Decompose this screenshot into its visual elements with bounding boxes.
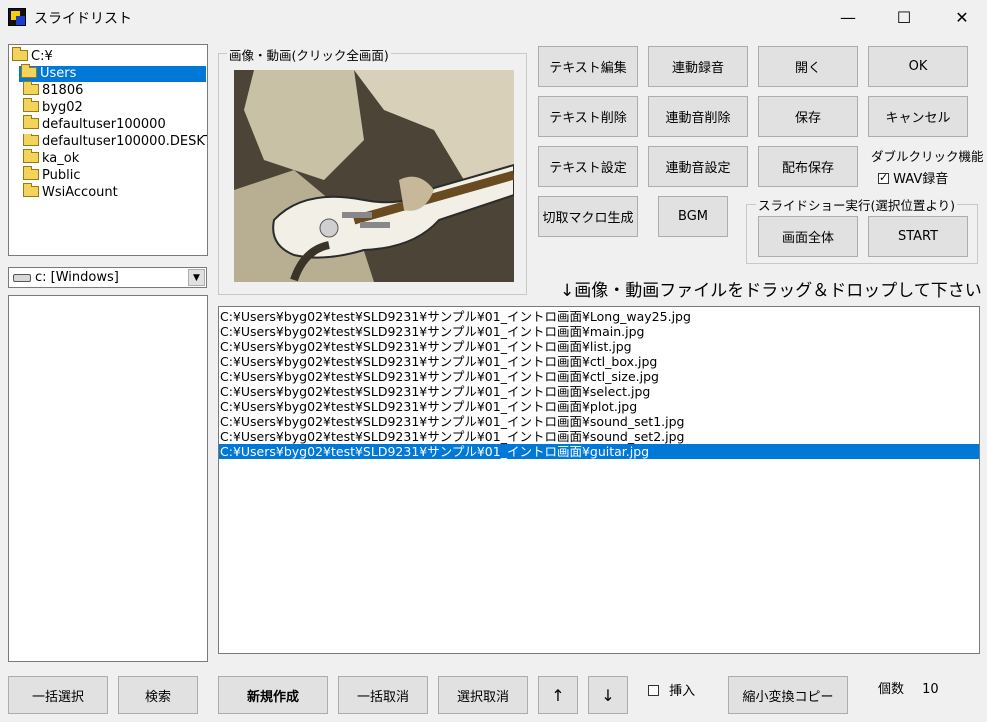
move-down-button[interactable]: ↓ bbox=[588, 676, 628, 714]
tree-item[interactable]: Public bbox=[23, 166, 80, 184]
wav-record-checkbox[interactable] bbox=[878, 171, 889, 184]
close-button[interactable]: ✕ bbox=[939, 0, 985, 34]
chevron-down-icon[interactable]: ▼ bbox=[188, 269, 205, 286]
text-edit-button[interactable]: テキスト編集 bbox=[538, 46, 638, 87]
folder-icon bbox=[23, 149, 39, 163]
tree-item[interactable]: defaultuser100000 bbox=[23, 115, 166, 133]
list-item[interactable]: C:¥Users¥byg02¥test¥SLD9231¥サンプル¥01_イントロ… bbox=[219, 399, 979, 414]
tree-item[interactable]: ka_ok bbox=[23, 149, 79, 167]
slide-list[interactable]: C:¥Users¥byg02¥test¥SLD9231¥サンプル¥01_イントロ… bbox=[218, 306, 980, 654]
preview-image[interactable] bbox=[234, 70, 514, 282]
count-display: 個数 10 bbox=[878, 678, 939, 697]
drop-hint: ↓画像・動画ファイルをドラッグ＆ドロップして下さい bbox=[560, 281, 982, 301]
linked-sound-settings-button[interactable]: 連動音設定 bbox=[648, 146, 748, 187]
folder-icon bbox=[23, 115, 39, 129]
folder-icon bbox=[23, 98, 39, 112]
count-value: 10 bbox=[922, 682, 939, 697]
linked-sound-delete-button[interactable]: 連動音削除 bbox=[648, 96, 748, 137]
list-item[interactable]: C:¥Users¥byg02¥test¥SLD9231¥サンプル¥01_イントロ… bbox=[219, 444, 979, 459]
slideshow-label: スライドショー実行(選択位置より) bbox=[756, 195, 958, 214]
list-item[interactable]: C:¥Users¥byg02¥test¥SLD9231¥サンプル¥01_イントロ… bbox=[219, 369, 979, 384]
folder-open-icon bbox=[12, 47, 28, 61]
move-up-button[interactable]: ↑ bbox=[538, 676, 578, 714]
shrink-copy-button[interactable]: 縮小変換コピー bbox=[728, 676, 848, 714]
list-item[interactable]: C:¥Users¥byg02¥test¥SLD9231¥サンプル¥01_イントロ… bbox=[219, 309, 979, 324]
insert-checkbox[interactable] bbox=[648, 685, 659, 696]
start-button[interactable]: START bbox=[868, 216, 968, 257]
list-item[interactable]: C:¥Users¥byg02¥test¥SLD9231¥サンプル¥01_イントロ… bbox=[219, 324, 979, 339]
text-settings-button[interactable]: テキスト設定 bbox=[538, 146, 638, 187]
preview-label: 画像・動画(クリック全画面) bbox=[227, 45, 391, 64]
wav-record-option[interactable]: WAV録音 bbox=[878, 168, 948, 187]
tree-item[interactable]: WsiAccount bbox=[23, 183, 118, 201]
ok-button[interactable]: OK bbox=[868, 46, 968, 87]
linked-record-button[interactable]: 連動録音 bbox=[648, 46, 748, 87]
cancel-selection-button[interactable]: 選択取消 bbox=[438, 676, 528, 714]
save-button[interactable]: 保存 bbox=[758, 96, 858, 137]
text-delete-button[interactable]: テキスト削除 bbox=[538, 96, 638, 137]
tree-item[interactable]: defaultuser100000.DESKT bbox=[23, 134, 207, 150]
list-item[interactable]: C:¥Users¥byg02¥test¥SLD9231¥サンプル¥01_イントロ… bbox=[219, 339, 979, 354]
distribute-save-button[interactable]: 配布保存 bbox=[758, 146, 858, 187]
cancel-button[interactable]: キャンセル bbox=[868, 96, 968, 137]
new-button[interactable]: 新規作成 bbox=[218, 676, 328, 714]
folder-icon bbox=[23, 183, 39, 197]
maximize-button[interactable]: ☐ bbox=[881, 0, 927, 34]
wav-record-label: WAV録音 bbox=[893, 172, 949, 187]
drive-icon bbox=[13, 274, 31, 282]
count-label: 個数 bbox=[878, 682, 905, 697]
select-all-button[interactable]: 一括選択 bbox=[8, 676, 108, 714]
app-icon bbox=[8, 8, 26, 26]
list-item[interactable]: C:¥Users¥byg02¥test¥SLD9231¥サンプル¥01_イントロ… bbox=[219, 429, 979, 444]
crop-macro-button[interactable]: 切取マクロ生成 bbox=[538, 196, 638, 237]
folder-icon bbox=[23, 166, 39, 180]
folder-tree[interactable]: C:¥ Users 81806 byg02 defaultuser100000 … bbox=[8, 44, 208, 256]
list-item[interactable]: C:¥Users¥byg02¥test¥SLD9231¥サンプル¥01_イントロ… bbox=[219, 414, 979, 429]
minimize-button[interactable]: — bbox=[825, 0, 871, 34]
insert-option[interactable]: 挿入 bbox=[648, 680, 695, 699]
drive-select-value: c: [Windows] bbox=[35, 270, 119, 285]
open-button[interactable]: 開く bbox=[758, 46, 858, 87]
tree-item[interactable]: 81806 bbox=[23, 81, 83, 99]
bgm-button[interactable]: BGM bbox=[658, 196, 728, 237]
cancel-all-button[interactable]: 一括取消 bbox=[338, 676, 428, 714]
insert-label: 挿入 bbox=[669, 684, 696, 699]
file-listbox[interactable] bbox=[8, 295, 208, 662]
search-button[interactable]: 検索 bbox=[118, 676, 198, 714]
list-item[interactable]: C:¥Users¥byg02¥test¥SLD9231¥サンプル¥01_イントロ… bbox=[219, 384, 979, 399]
tree-root[interactable]: C:¥ bbox=[12, 47, 53, 65]
window-title: スライドリスト bbox=[34, 11, 132, 27]
double-click-label: ダブルクリック機能 bbox=[871, 149, 984, 164]
list-item[interactable]: C:¥Users¥byg02¥test¥SLD9231¥サンプル¥01_イントロ… bbox=[219, 354, 979, 369]
tree-item-users[interactable]: Users bbox=[19, 64, 206, 82]
guitar-photo bbox=[234, 70, 514, 282]
full-screen-button[interactable]: 画面全体 bbox=[758, 216, 858, 257]
title-bar: スライドリスト — ☐ ✕ bbox=[0, 0, 987, 36]
folder-icon bbox=[23, 134, 39, 146]
drive-select[interactable]: c: [Windows] ▼ bbox=[8, 267, 207, 288]
tree-item[interactable]: byg02 bbox=[23, 98, 83, 116]
folder-icon bbox=[23, 81, 39, 95]
folder-open-icon bbox=[21, 64, 37, 78]
